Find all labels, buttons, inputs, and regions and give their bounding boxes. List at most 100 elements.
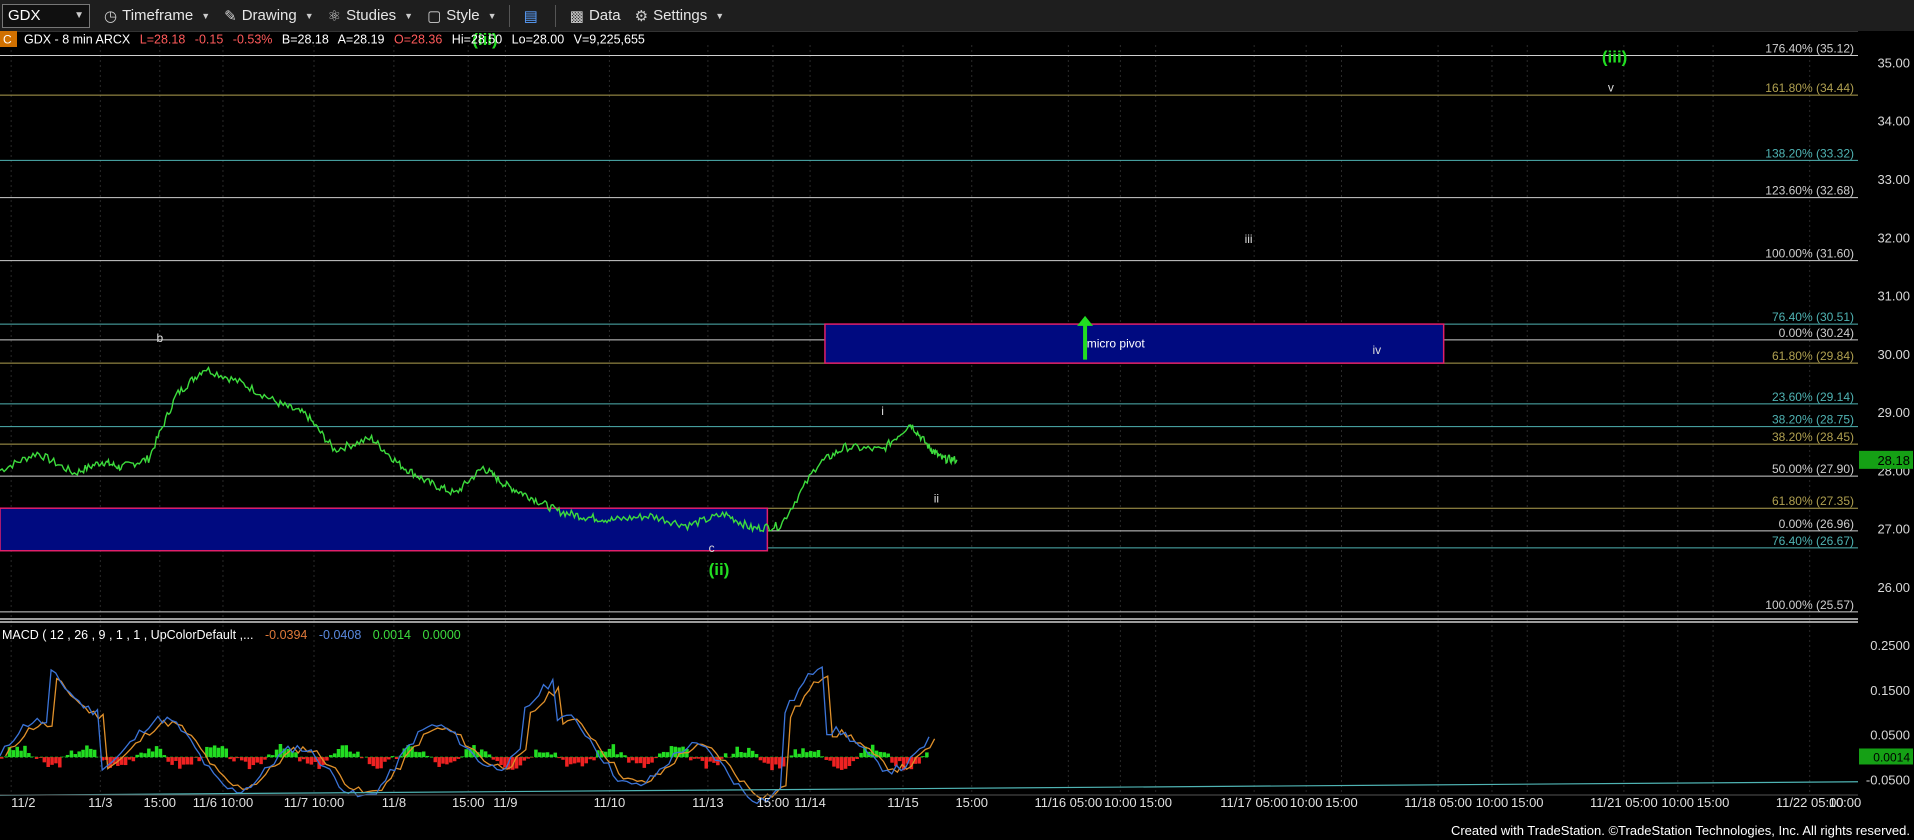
data-button[interactable]: ▩ Data — [570, 7, 621, 25]
settings-button[interactable]: ⚙ Settings ▼ — [635, 7, 725, 25]
macd-histogram-bar — [518, 757, 523, 766]
fib-label: 76.40% (26.67) — [1772, 534, 1854, 548]
toolbar: GDX ▼ ◷ Timeframe ▼ ✎ Drawing ▼ ⚛ Studie… — [0, 0, 1914, 32]
macd-histogram-bar — [0, 757, 4, 759]
macd-histogram-bar — [615, 754, 619, 758]
x-tick-label: 10:00 — [1829, 795, 1862, 810]
macd-histogram-bar — [758, 757, 763, 761]
symbol-selector[interactable]: GDX ▼ — [2, 3, 90, 28]
macd-histogram-bar — [634, 757, 639, 764]
macd-histogram-bar — [503, 757, 507, 768]
macd-histogram-bar — [239, 757, 244, 761]
macd-histogram-bar — [843, 757, 848, 769]
chevron-down-icon: ▼ — [74, 10, 84, 21]
macd-histogram-bar — [689, 757, 693, 761]
macd-histogram-bar — [700, 757, 705, 761]
macd-histogram-bar — [65, 754, 70, 758]
macd-histogram-bar — [267, 754, 271, 758]
y-tick-label: 29.00 — [1877, 405, 1910, 420]
macd-histogram-bar — [839, 757, 844, 770]
studies-button[interactable]: ⚛ Studies ▼ — [328, 7, 413, 25]
macd-histogram-bar — [576, 757, 581, 763]
macd-histogram-bar — [437, 757, 441, 767]
macd-histogram-bar — [692, 757, 697, 759]
macd-histogram-bar — [723, 753, 728, 758]
header-ask: A=28.19 — [338, 33, 385, 47]
macd-histogram-bar — [553, 752, 558, 758]
macd-histogram-bar — [805, 752, 809, 758]
macd-histogram-bar — [886, 753, 890, 758]
macd-histogram-bar — [359, 757, 364, 759]
macd-histogram-bar — [549, 754, 554, 758]
macd-histogram-bar — [162, 755, 167, 758]
macd-current-label: 0.0014 — [1873, 750, 1910, 764]
macd-histogram-bar — [607, 748, 612, 758]
y-axis-bg — [1858, 31, 1914, 821]
wave-label: (ii) — [709, 560, 730, 579]
header-low: Lo=28.00 — [512, 33, 565, 47]
fib-label: 100.00% (31.60) — [1765, 247, 1854, 261]
macd-histogram-bar — [762, 757, 767, 763]
style-button[interactable]: ▢ Style ▼ — [427, 7, 496, 25]
macd-histogram-bar — [3, 756, 8, 758]
macd-histogram-bar — [348, 751, 352, 758]
macd-histogram-bar — [298, 757, 302, 762]
macd-histogram-bar — [15, 746, 19, 758]
chevron-down-icon: ▼ — [201, 10, 211, 21]
macd-histogram-bar — [418, 752, 422, 758]
macd-histogram-bar — [565, 757, 569, 767]
arrow-up-icon — [1077, 315, 1094, 326]
fib-label: 23.60% (29.14) — [1772, 390, 1854, 404]
macd-histogram-bar — [824, 757, 828, 760]
macd-histogram-bar — [925, 752, 929, 758]
y-tick-label: 35.00 — [1877, 55, 1910, 70]
fib-label: 61.80% (29.84) — [1772, 349, 1854, 363]
fib-label: 100.00% (25.57) — [1765, 598, 1854, 612]
macd-histogram-bar — [743, 752, 747, 758]
macd-histogram-bar — [209, 747, 213, 758]
macd-histogram-bar — [73, 754, 78, 758]
macd-histogram-bar — [305, 757, 310, 764]
macd-histogram-bar — [309, 757, 314, 765]
macd-histogram-bar — [847, 757, 852, 767]
macd-histogram-bar — [154, 746, 159, 758]
grid — [0, 45, 1858, 793]
chart-area[interactable]: 176.40% (35.12) 161.80% (34.44) 138.20% (3… — [0, 31, 1914, 821]
macd-histogram-bar — [441, 757, 445, 764]
macd-header: MACD ( 12 , 26 , 9 , 1 , 1 , UpColorDefa… — [2, 628, 461, 642]
style-label: Style — [446, 7, 480, 24]
macd-histogram-bar — [69, 750, 74, 758]
header-high: Hi=28.50 — [452, 33, 502, 47]
layout-button[interactable]: ▤ — [524, 7, 543, 25]
x-tick-label: 11/2 — [11, 795, 35, 810]
macd-histogram-bar — [584, 757, 588, 764]
macd-histogram-bar — [859, 752, 863, 758]
macd-histogram-bar — [545, 752, 550, 758]
macd-histogram-bar — [270, 755, 275, 758]
y-tick-label: 27.00 — [1877, 522, 1910, 537]
fib-label: 123.60% (32.68) — [1765, 184, 1854, 198]
drawing-button[interactable]: ✎ Drawing ▼ — [224, 7, 314, 25]
x-tick-label: 15:00 — [955, 795, 988, 810]
wave-label: iv — [1372, 343, 1381, 357]
macd-histogram-bar — [627, 757, 631, 763]
x-tick-label: 11/13 — [692, 795, 724, 810]
x-tick-label: 11/9 — [493, 795, 517, 810]
macd-histogram-bar — [747, 747, 751, 758]
x-tick-label: 15:00 — [1511, 795, 1544, 810]
macd-histogram-bar — [34, 757, 39, 759]
macd-histogram-bar — [135, 754, 139, 758]
y-tick-label: 30.00 — [1877, 347, 1910, 362]
wave-label: c — [709, 541, 715, 555]
y-tick-label: 33.00 — [1877, 172, 1910, 187]
macd-histogram-bar — [340, 745, 345, 758]
settings-label: Settings — [653, 7, 708, 24]
macd-histogram-bar — [491, 757, 496, 760]
macd-histogram-bar — [42, 757, 47, 763]
macd-value-2: -0.0408 — [319, 628, 361, 642]
x-tick-label: 11/16 05:00 — [1034, 795, 1102, 810]
macd-histogram-bar — [619, 752, 623, 758]
timeframe-button[interactable]: ◷ Timeframe ▼ — [104, 7, 210, 25]
macd-histogram-bar — [212, 745, 217, 758]
macd-histogram-bar — [329, 755, 333, 758]
